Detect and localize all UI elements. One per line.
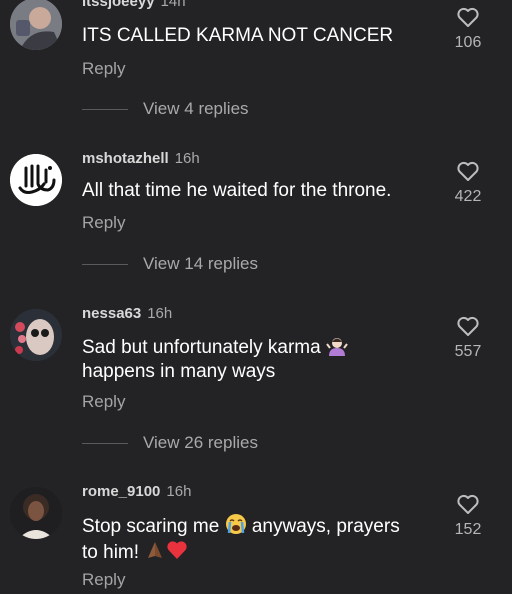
comment-text-line: to him!: [82, 542, 140, 563]
like-count: 557: [454, 343, 482, 360]
like-count: 106: [454, 34, 482, 51]
like-button[interactable]: 152: [448, 493, 488, 539]
replies-divider: [82, 263, 128, 265]
like-button[interactable]: 557: [448, 315, 488, 361]
heart-outline-icon: [457, 7, 479, 27]
avatar-photo-icon: [10, 0, 62, 50]
view-replies-button[interactable]: View 14 replies: [82, 252, 258, 276]
comment-text-line: Sad but unfortunately karma: [82, 337, 321, 358]
comment-meta: rome_9100 16h: [82, 483, 191, 500]
username[interactable]: nessa63: [82, 305, 141, 322]
heart-outline-icon: [457, 161, 479, 181]
comment-meta: itssjoeeyy 14h: [82, 0, 186, 10]
view-replies-button[interactable]: View 4 replies: [82, 97, 249, 121]
folded-hands-emoji: [148, 542, 163, 558]
comment-text: Stop scaring me anyways, prayers to him!: [82, 513, 422, 565]
username[interactable]: itssjoeeyy: [82, 0, 155, 10]
comment-meta: mshotazhell 16h: [82, 150, 200, 167]
reply-button[interactable]: Reply: [82, 570, 125, 590]
reply-button[interactable]: Reply: [82, 213, 125, 233]
red-heart-emoji: [167, 541, 187, 559]
like-count: 422: [454, 188, 482, 205]
heart-outline-icon: [457, 316, 479, 336]
like-button[interactable]: 422: [448, 160, 488, 206]
like-button[interactable]: 106: [448, 6, 488, 52]
reply-button[interactable]: Reply: [82, 59, 125, 79]
view-replies-button[interactable]: View 26 replies: [82, 431, 258, 455]
comment-text-line: Stop scaring me: [82, 516, 220, 537]
comment-text-line: anyways, prayers: [251, 516, 400, 537]
sugar-skull-avatar-icon: [10, 309, 62, 361]
view-replies-label: View 4 replies: [143, 99, 249, 118]
timestamp: 16h: [166, 483, 192, 500]
timestamp: 16h: [174, 150, 200, 167]
replies-divider: [82, 442, 128, 444]
username[interactable]: mshotazhell: [82, 150, 169, 167]
replies-divider: [82, 108, 128, 110]
view-replies-label: View 26 replies: [143, 433, 258, 452]
username[interactable]: rome_9100: [82, 483, 160, 500]
avatar[interactable]: [10, 154, 62, 206]
comment-meta: nessa63 16h: [82, 305, 172, 322]
comment-text: ITS CALLED KARMA NOT CANCER: [82, 25, 394, 46]
avatar[interactable]: [10, 487, 62, 539]
comment-text-line: happens in many ways: [82, 361, 276, 382]
avatar[interactable]: [10, 309, 62, 361]
like-count: 152: [454, 521, 482, 538]
avatar-photo-icon: [10, 487, 62, 539]
timestamp: 16h: [147, 305, 173, 322]
comment-text: Sad but unfortunately karma happens in m…: [82, 334, 422, 384]
loudly-crying-face-emoji: [225, 514, 246, 534]
timestamp: 14h: [160, 0, 186, 10]
avatar[interactable]: [10, 0, 62, 50]
reply-button[interactable]: Reply: [82, 392, 125, 412]
person-shrugging-emoji: [326, 338, 348, 356]
comment-text: All that time he waited for the throne.: [82, 180, 392, 201]
heart-outline-icon: [457, 494, 479, 514]
calligraphy-logo-icon: [10, 154, 62, 206]
view-replies-label: View 14 replies: [143, 254, 258, 273]
